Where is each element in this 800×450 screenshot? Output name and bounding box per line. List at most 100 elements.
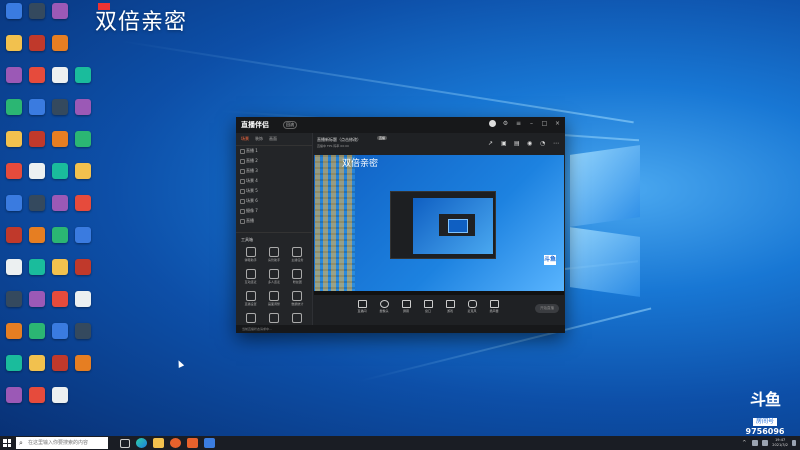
desktop-shortcut-icon[interactable] [71,99,95,115]
share-icon[interactable]: ↗ [488,141,494,147]
desktop-shortcut-icon[interactable] [25,323,49,339]
record-icon[interactable]: ◉ [527,141,533,147]
desktop-shortcut-icon[interactable] [71,67,95,83]
desktop-shortcut-icon[interactable] [25,195,49,211]
desktop-shortcut-icon[interactable] [25,291,49,307]
desktop-shortcut-icon[interactable] [48,3,72,19]
tool-item[interactable]: 弹幕助手 [239,247,262,263]
avatar-icon[interactable] [489,120,496,127]
desktop-shortcut-icon[interactable] [71,291,95,307]
desktop-shortcut-icon[interactable] [2,195,26,211]
tab-scenes[interactable]: 场景 [241,136,249,142]
desktop-shortcut-icon[interactable] [48,35,72,51]
settings-icon[interactable]: ⚙ [502,120,509,127]
desktop-shortcut-icon[interactable] [48,163,72,179]
control-game-button[interactable]: 游戏 [439,300,461,314]
control-mic-button[interactable]: 麦克风 [461,300,483,314]
control-window-button[interactable]: 窗口 [417,300,439,314]
tool-item[interactable]: 互动连麦 [239,269,262,285]
stream-title[interactable]: 直播新标题（点击修改） [317,137,361,143]
network-icon[interactable] [752,440,759,446]
desktop-shortcut-icon[interactable] [48,227,72,243]
folder-icon[interactable] [153,438,164,448]
desktop-shortcut-icon[interactable] [2,291,26,307]
scene-item[interactable]: 直播 [236,216,312,226]
minimize-icon[interactable]: – [528,120,535,127]
desktop-shortcut-icon[interactable] [25,355,49,371]
tray-arrow-icon[interactable]: ^ [742,440,748,446]
tab-picture[interactable]: 画面 [269,136,277,142]
desktop-shortcut-icon[interactable] [71,195,95,211]
desktop-shortcut-icon[interactable] [2,227,26,243]
desktop-shortcut-icon[interactable] [25,131,49,147]
menu-icon[interactable]: ≡ [515,120,522,127]
scene-item[interactable]: 直播 2 [236,156,312,166]
volume-icon[interactable] [762,440,769,446]
desktop-shortcut-icon[interactable] [2,67,26,83]
taskbar-search[interactable]: ⌕ [16,437,108,449]
tool-item[interactable]: 直播设置 [239,291,262,307]
notification-icon[interactable] [792,440,796,446]
desktop-shortcut-icon[interactable] [2,259,26,275]
clock[interactable]: 19:47 2021/3/2 [772,438,788,448]
tab-decoration[interactable]: 装饰 [255,136,263,142]
desktop-shortcut-icon[interactable] [71,259,95,275]
desktop-shortcut-icon[interactable] [25,67,49,83]
desktop-shortcut-icon[interactable] [71,227,95,243]
desktop-shortcut-icon[interactable] [2,3,26,19]
desktop-shortcut-icon[interactable] [48,195,72,211]
desktop-shortcut-icon[interactable] [2,99,26,115]
control-room-button[interactable]: 直播间 [351,300,373,314]
desktop-shortcut-icon[interactable] [25,3,49,19]
desktop-shortcut-icon[interactable] [48,323,72,339]
control-speaker-button[interactable]: 扬声器 [483,300,505,314]
tool-item[interactable]: 粉丝团 [286,269,309,285]
desktop-shortcut-icon[interactable] [48,99,72,115]
tool-item[interactable]: 画面调整 [262,291,285,307]
desktop-shortcut-icon[interactable] [48,355,72,371]
control-screen-button[interactable]: 屏幕 [395,300,417,314]
app-title-bar[interactable]: 直播伴侣 回流 ⚙ ≡ – □ × [236,117,565,133]
browser-icon[interactable] [170,438,181,448]
tool-item[interactable]: 房管助手 [262,247,285,263]
desktop-shortcut-icon[interactable] [48,387,72,403]
search-input[interactable] [28,437,106,449]
lock-icon[interactable]: ▣ [501,141,507,147]
more-icon[interactable]: ⋯ [553,141,559,147]
scene-item[interactable]: 直播 3 [236,166,312,176]
desktop-shortcut-icon[interactable] [48,291,72,307]
desktop-shortcut-icon[interactable] [48,67,72,83]
desktop-shortcut-icon[interactable] [2,323,26,339]
tool-item[interactable]: 多人连麦 [262,269,285,285]
tool-item[interactable]: 数据统计 [286,291,309,307]
tool-item[interactable] [262,313,285,323]
stream-preview[interactable]: 双倍亲密 斗鱼 [314,155,564,295]
desktop-shortcut-icon[interactable] [25,227,49,243]
desktop-shortcut-icon[interactable] [71,355,95,371]
version-badge[interactable]: 回流 [283,121,297,129]
start-button[interactable] [3,439,11,447]
desktop-shortcut-icon[interactable] [2,163,26,179]
tool-item[interactable] [239,313,262,323]
desktop-shortcut-icon[interactable] [71,323,95,339]
scene-item[interactable]: 场景 5 [236,186,312,196]
desktop-shortcut-icon[interactable] [71,131,95,147]
bell-icon[interactable]: ◔ [540,141,546,147]
streaming-app-window[interactable]: 直播伴侣 回流 ⚙ ≡ – □ × 场景 装饰 画面 直播 1 直播 2 直播 … [236,117,565,333]
desktop-shortcut-icon[interactable] [2,35,26,51]
desktop-shortcut-icon[interactable] [25,387,49,403]
desktop-shortcut-icon[interactable] [48,259,72,275]
tool-item[interactable] [286,313,309,323]
task-view-icon[interactable] [120,439,130,448]
desktop-shortcut-icon[interactable] [25,259,49,275]
desktop-shortcut-icon[interactable] [71,163,95,179]
tool-item[interactable]: 主播任务 [286,247,309,263]
streaming-app-taskbar-icon[interactable] [187,438,198,448]
desktop-shortcut-icon[interactable] [25,35,49,51]
gift-icon[interactable]: ▤ [514,141,520,147]
desktop-shortcut-icon[interactable] [25,163,49,179]
app-taskbar-icon[interactable] [204,438,215,448]
desktop-shortcut-icon[interactable] [48,131,72,147]
desktop-shortcut-icon[interactable] [2,387,26,403]
edge-icon[interactable] [136,438,147,448]
